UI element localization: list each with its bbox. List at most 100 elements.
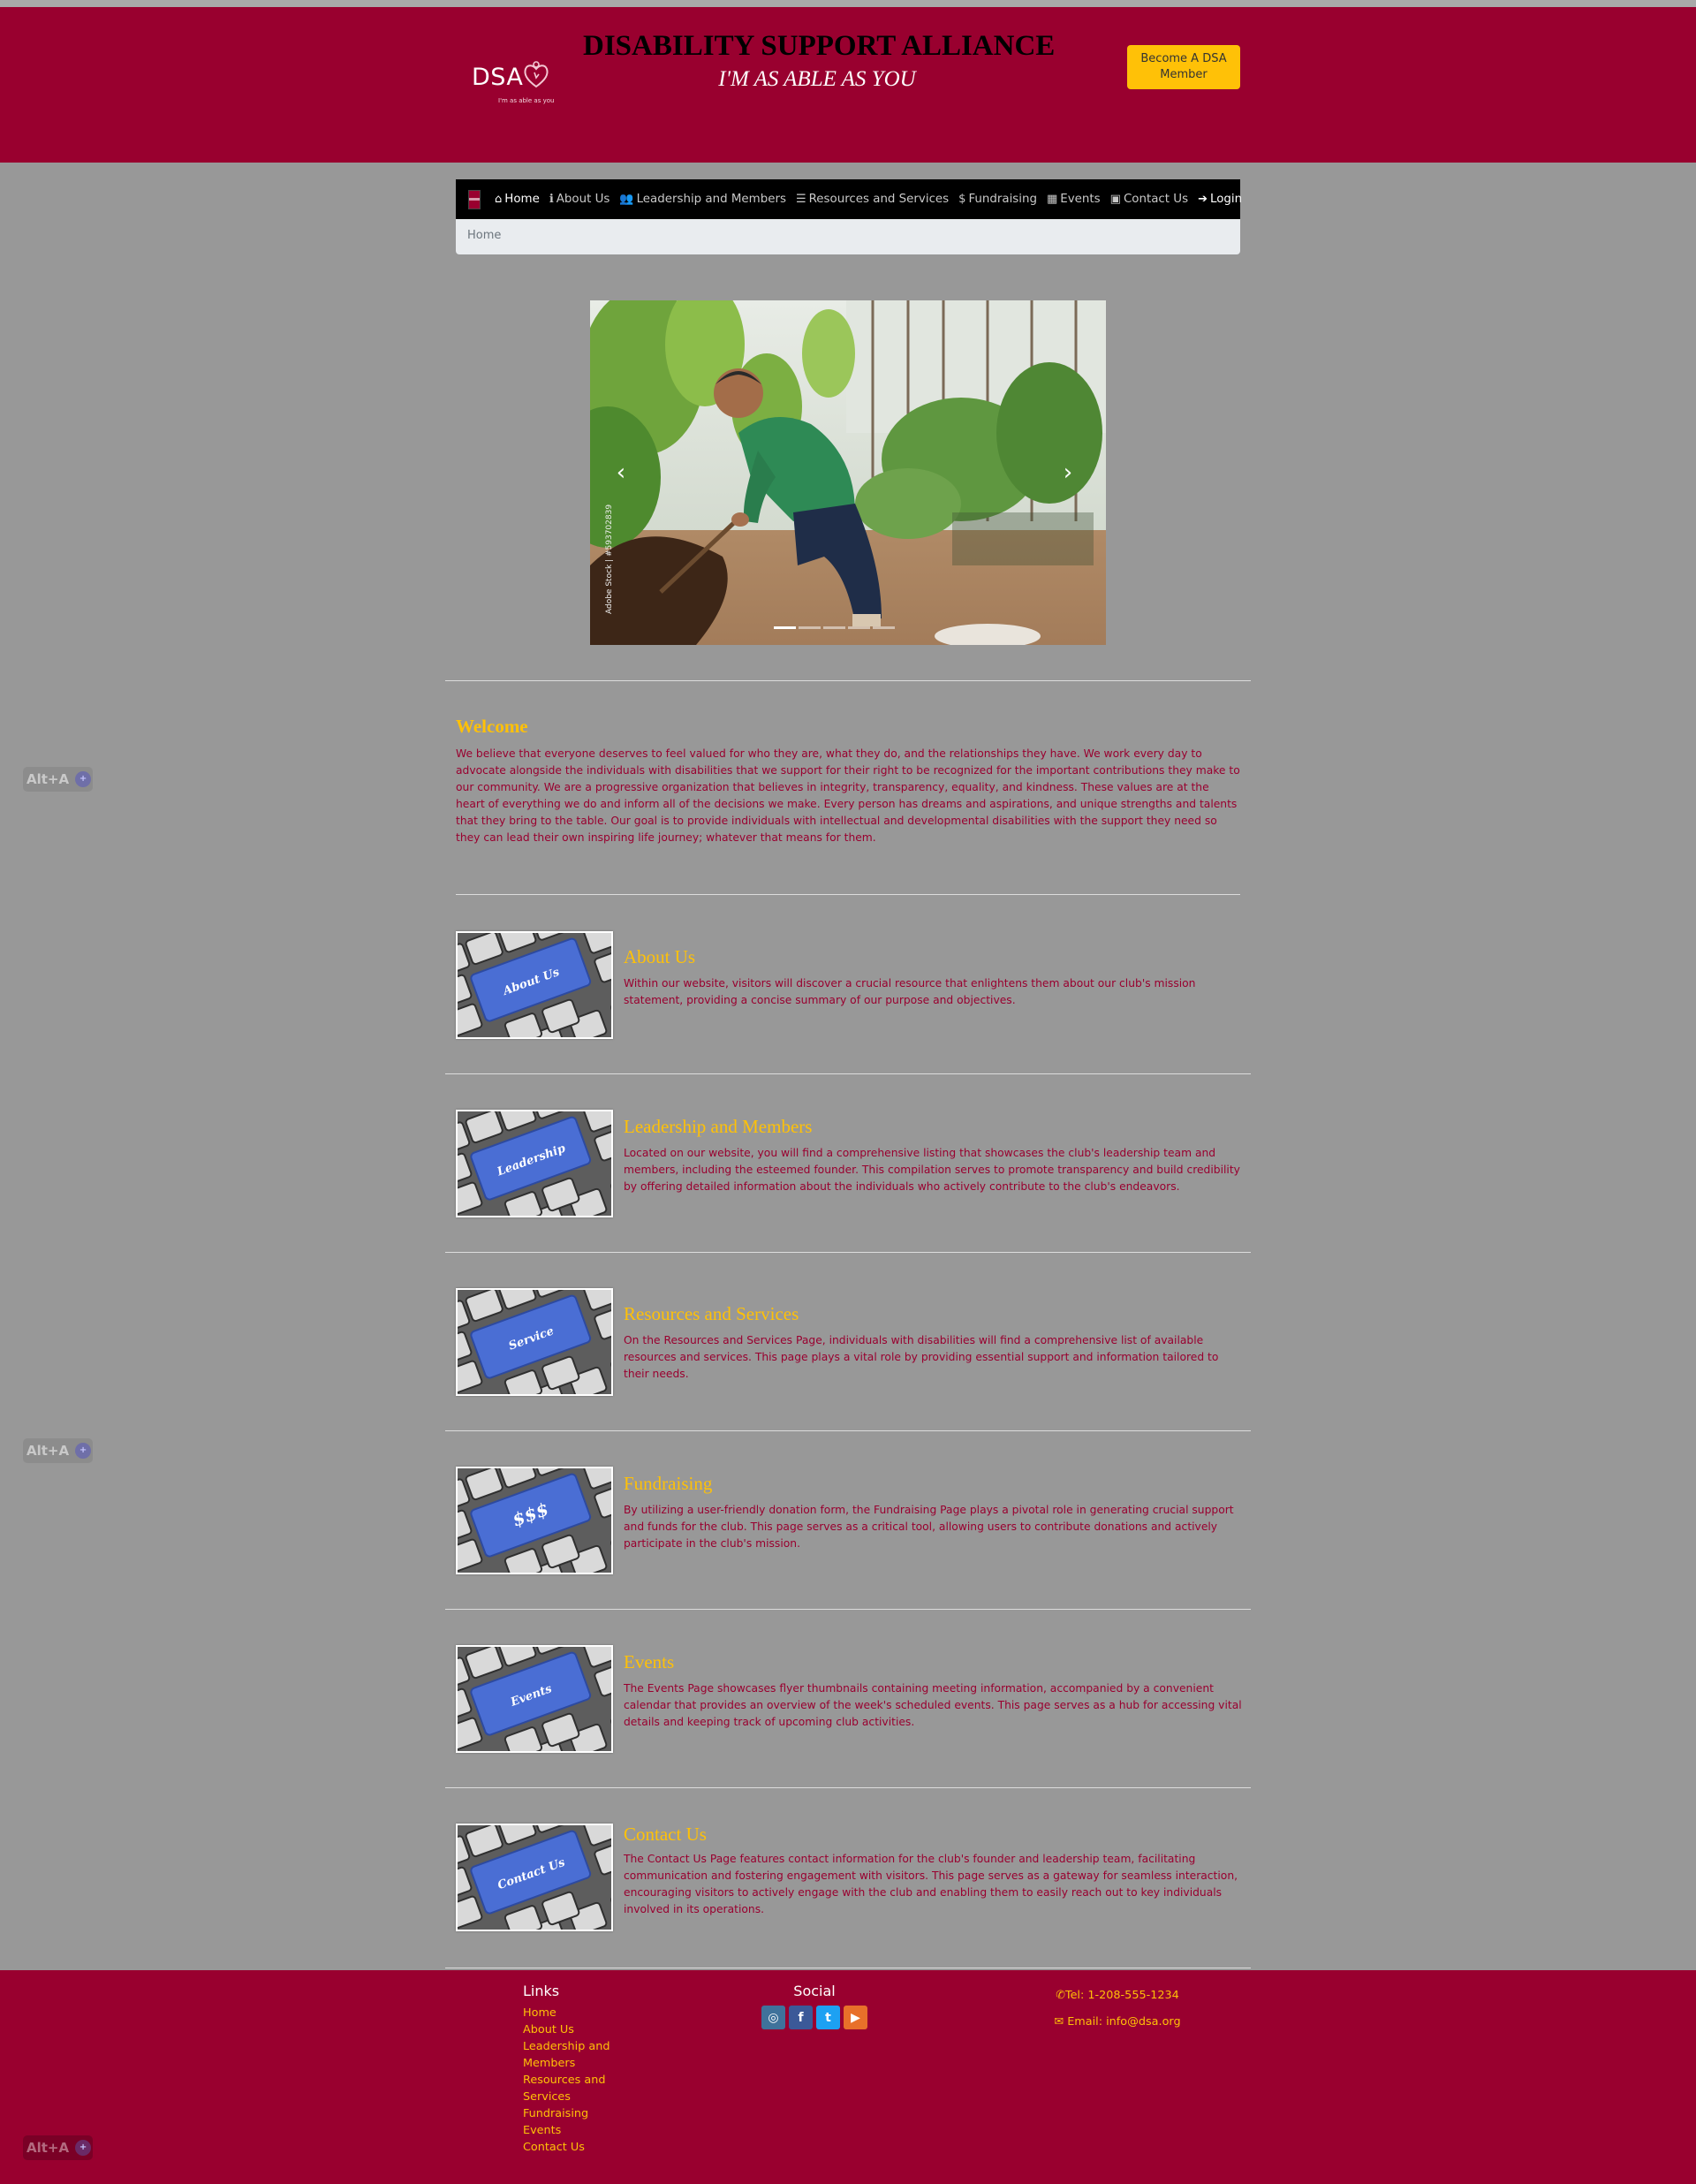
- nav-resources-label: Resources and Services: [808, 193, 950, 206]
- divider: [445, 1609, 1251, 1610]
- feature-about-us: About Us About Us Within our website, vi…: [456, 931, 1240, 1039]
- divider: [445, 1430, 1251, 1431]
- dsa-logo[interactable]: DSA I'm as able as you: [472, 57, 555, 110]
- carousel-indicator[interactable]: [799, 626, 821, 629]
- footer-social-icons: ◎ f t ▶: [761, 2006, 867, 2029]
- site-tagline: I'M AS ABLE AS YOU: [718, 67, 916, 91]
- footer-email[interactable]: ✉ Email: info@dsa.org: [1042, 2015, 1192, 2029]
- fundraising-keyboard-image[interactable]: $$$: [456, 1467, 613, 1574]
- feature-title[interactable]: Leadership and Members: [624, 1116, 812, 1138]
- about-us-keyboard-image[interactable]: About Us: [456, 931, 613, 1039]
- logo-text: DSA: [472, 64, 524, 91]
- divider: [456, 894, 1240, 895]
- youtube-icon[interactable]: ▶: [844, 2006, 867, 2029]
- main-navbar: ⌂ Home ℹ About Us 👥 Leadership and Membe…: [456, 179, 1242, 219]
- nav-home-label: Home: [504, 193, 540, 206]
- nav-contact-us[interactable]: ▣ Contact Us: [1110, 193, 1188, 206]
- feature-title[interactable]: Fundraising: [624, 1473, 712, 1495]
- feature-text: Located on our website, you will find a …: [624, 1147, 1240, 1193]
- feature-text: The Events Page showcases flyer thumbnai…: [624, 1682, 1242, 1728]
- events-keyboard-image[interactable]: Events: [456, 1645, 613, 1753]
- instagram-icon[interactable]: ◎: [761, 2006, 785, 2029]
- facebook-icon[interactable]: f: [789, 2006, 813, 2029]
- feature-events: Events Events The Events Page showcases …: [456, 1645, 1242, 1753]
- feature-title[interactable]: About Us: [624, 946, 695, 968]
- contact-us-keyboard-image[interactable]: Contact Us: [456, 1824, 613, 1931]
- home-icon: ⌂: [495, 193, 503, 206]
- breadcrumb-home[interactable]: Home: [467, 229, 501, 242]
- feature-title[interactable]: Contact Us: [624, 1824, 707, 1846]
- calendar-icon: ▦: [1047, 193, 1058, 206]
- carousel-next-chevron-icon[interactable]: ›: [1055, 458, 1081, 488]
- nav-home[interactable]: ⌂ Home: [495, 193, 540, 206]
- site-title: DISABILITY SUPPORT ALLIANCE: [583, 30, 1056, 62]
- footer-social-heading: Social: [793, 1983, 836, 1999]
- shortcut-dot-icon: +: [75, 1443, 92, 1459]
- carousel-indicator[interactable]: [848, 626, 870, 629]
- feature-text: Within our website, visitors will discov…: [624, 977, 1196, 1006]
- divider: [445, 680, 1251, 681]
- footer-email-text: Email: info@dsa.org: [1067, 2015, 1181, 2029]
- footer-phone[interactable]: ✆Tel: 1-208-555-1234: [1042, 1989, 1192, 2002]
- nav-resources[interactable]: ☰ Resources and Services: [796, 193, 949, 206]
- feature-title[interactable]: Resources and Services: [624, 1303, 799, 1325]
- footer-links-heading: Links: [523, 1983, 560, 1999]
- carousel-slide-image: [590, 300, 1106, 645]
- carousel-indicator[interactable]: [823, 626, 845, 629]
- browser-top-strip: [0, 0, 1696, 7]
- envelope-icon: ✉: [1054, 2015, 1068, 2029]
- phone-icon: ✆: [1056, 1989, 1065, 2002]
- list-icon: ☰: [795, 193, 806, 206]
- shortcut-label: Alt+A: [26, 2140, 70, 2156]
- carousel-indicators: [774, 626, 895, 629]
- logo-tagline: I'm as able as you: [498, 97, 555, 104]
- nav-fundraising-label: Fundraising: [968, 193, 1037, 206]
- twitter-icon[interactable]: t: [816, 2006, 840, 2029]
- nav-fundraising[interactable]: $ Fundraising: [958, 193, 1037, 206]
- nav-login-label: Login: [1209, 193, 1243, 206]
- footer-link-leadership[interactable]: Leadership and Members: [523, 2038, 620, 2072]
- navbar-brand-logo[interactable]: [468, 189, 481, 209]
- nav-leadership-label: Leadership and Members: [636, 193, 786, 206]
- become-member-button[interactable]: Become A DSA Member: [1127, 45, 1240, 89]
- footer-link-fundraising[interactable]: Fundraising: [523, 2105, 620, 2122]
- welcome-heading: Welcome: [456, 716, 528, 737]
- footer-links: Home About Us Leadership and Members Res…: [523, 2005, 620, 2156]
- shortcut-label: Alt+A: [26, 771, 70, 787]
- service-keyboard-image[interactable]: Service: [456, 1288, 613, 1396]
- feature-title[interactable]: Events: [624, 1651, 674, 1673]
- carousel-prev-chevron-icon[interactable]: ‹: [608, 458, 634, 488]
- divider: [445, 1787, 1251, 1788]
- users-icon: 👥: [619, 193, 634, 206]
- feature-contact-us: Contact Us Contact Us The Contact Us Pag…: [456, 1824, 1240, 1931]
- shortcut-dot-icon: +: [75, 2140, 92, 2156]
- accessibility-shortcut-widget[interactable]: Alt+A +: [23, 1438, 93, 1463]
- footer-link-resources[interactable]: Resources and Services: [523, 2072, 620, 2105]
- footer-link-events[interactable]: Events: [523, 2122, 620, 2139]
- accessibility-shortcut-widget[interactable]: Alt+A +: [23, 2135, 93, 2160]
- nav-login[interactable]: ➔ Login: [1198, 193, 1242, 206]
- site-footer: [0, 1970, 1696, 2184]
- accessibility-shortcut-widget[interactable]: Alt+A +: [23, 767, 93, 792]
- breadcrumb: Home: [456, 219, 1240, 254]
- stock-photo-credit: Adobe Stock | #593702839: [605, 504, 614, 614]
- nav-about-us[interactable]: ℹ About Us: [549, 193, 610, 206]
- nav-about-us-label: About Us: [556, 193, 610, 206]
- leadership-keyboard-image[interactable]: Leadership: [456, 1110, 613, 1217]
- footer-link-about-us[interactable]: About Us: [523, 2021, 620, 2038]
- carousel-indicator[interactable]: [774, 626, 796, 629]
- sign-in-icon: ➔: [1198, 193, 1208, 206]
- feature-fundraising: $$$ Fundraising By utilizing a user-frie…: [456, 1467, 1240, 1574]
- footer-link-home[interactable]: Home: [523, 2005, 620, 2021]
- nav-events[interactable]: ▦ Events: [1047, 193, 1101, 206]
- shortcut-dot-icon: +: [75, 771, 92, 787]
- footer-phone-text: Tel: 1-208-555-1234: [1064, 1989, 1179, 2002]
- nav-contact-us-label: Contact Us: [1123, 193, 1189, 206]
- nav-leadership[interactable]: 👥 Leadership and Members: [619, 193, 786, 206]
- heart-logo-icon: [524, 61, 549, 88]
- feature-text: On the Resources and Services Page, indi…: [624, 1334, 1219, 1380]
- shortcut-label: Alt+A: [26, 1443, 70, 1459]
- carousel-indicator[interactable]: [873, 626, 895, 629]
- hero-carousel[interactable]: Adobe Stock | #593702839 ‹ ›: [590, 300, 1106, 645]
- footer-link-contact-us[interactable]: Contact Us: [523, 2139, 620, 2156]
